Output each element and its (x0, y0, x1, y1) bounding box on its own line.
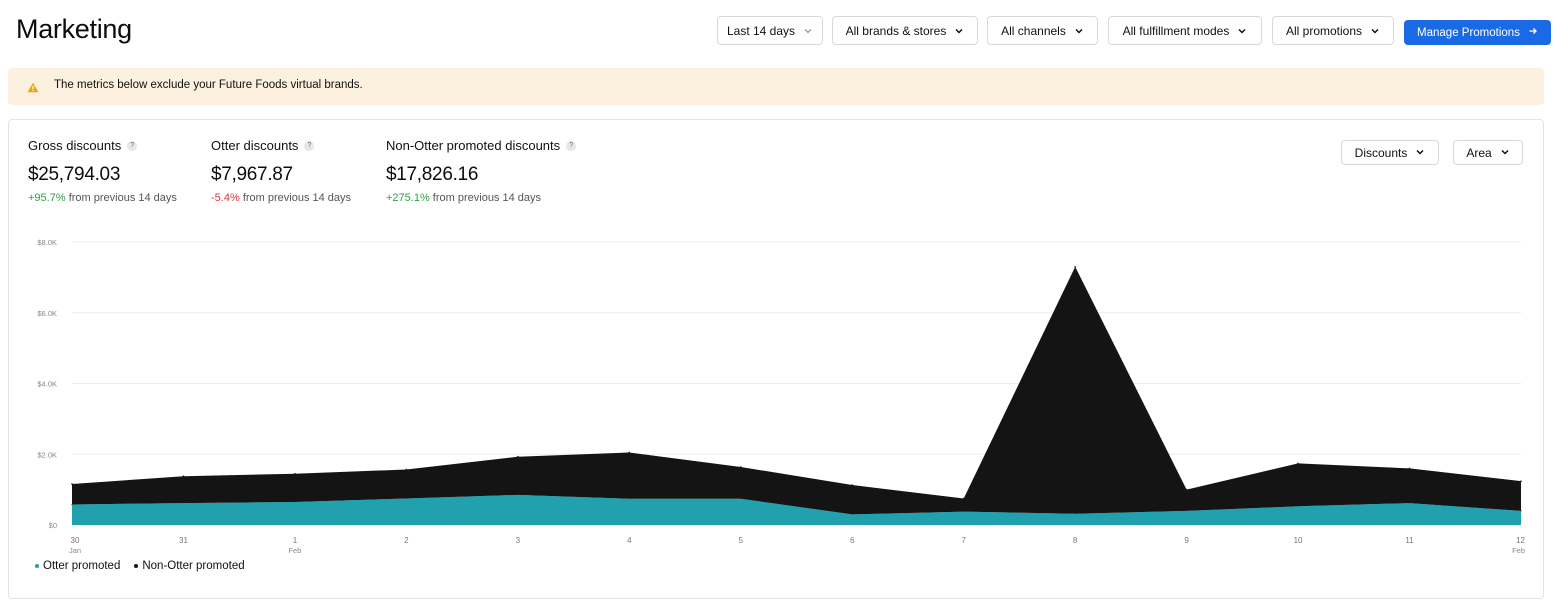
non-otter-promoted-point (1408, 467, 1411, 470)
metric-label: Gross discounts (28, 138, 122, 153)
metric-value: $17,826.16 (386, 164, 479, 185)
delta-percent: -5.4% (211, 192, 240, 204)
chevron-down-icon (1237, 26, 1247, 36)
discounts-area-chart: $0$2.0K$4.0K$6.0K$8.0K30Jan31 1Feb2 3 4 5 6 7 8… (37, 238, 1525, 555)
x-tick-label: 3 (516, 536, 521, 545)
metric-value: $7,967.87 (211, 164, 293, 185)
arrow-right-icon (1528, 26, 1538, 39)
chevron-down-icon (1415, 146, 1425, 160)
non-otter-promoted-point (294, 472, 296, 475)
delta-suffix: from previous 14 days (68, 192, 177, 204)
channels-filter[interactable]: All channels (987, 16, 1098, 45)
manage-promotions-label: Manage Promotions (1417, 26, 1520, 39)
non-otter-promoted-point (182, 475, 185, 477)
chart-type-select[interactable]: Area (1453, 140, 1523, 165)
legend-label: Non-Otter promoted (142, 560, 245, 572)
fulfillment-modes-filter[interactable]: All fulfillment modes (1108, 16, 1262, 45)
metric-non-otter-discounts: Non-Otter promoted discounts ? $17,826.1… (386, 138, 577, 204)
non-otter-promoted-point (739, 466, 742, 468)
x-tick-label: 6 (850, 536, 855, 545)
x-tick-sublabel: Feb (288, 546, 301, 555)
promotions-label: All promotions (1285, 23, 1363, 38)
help-icon[interactable]: ? (566, 140, 577, 151)
non-otter-promoted-point (1185, 488, 1188, 491)
legend-label: Otter promoted (43, 560, 121, 572)
x-tick-label: 5 (739, 536, 744, 545)
chevron-down-icon (1074, 26, 1084, 36)
legend-dot (134, 564, 139, 568)
y-tick-label: $8.0K (37, 238, 57, 247)
non-otter-promoted-point (628, 451, 631, 454)
delta-percent: +95.7% (28, 192, 66, 204)
x-tick-label: 7 (961, 536, 966, 545)
x-tick-label: 9 (1184, 536, 1189, 545)
legend-dot (35, 564, 39, 568)
brands-stores-filter[interactable]: All brands & stores (832, 16, 978, 45)
y-tick-label: $4.0K (37, 380, 57, 389)
delta-percent: +275.1% (386, 192, 430, 204)
non-otter-promoted-point (517, 455, 519, 458)
y-tick-label: $0 (49, 521, 57, 530)
metric-gross-discounts: Gross discounts ? $25,794.03 +95.7% from… (28, 138, 177, 204)
x-tick-label: 30 (71, 536, 80, 545)
chart-type-label: Area (1466, 145, 1492, 160)
metric-label: Non-Otter promoted discounts (386, 138, 561, 153)
chart-legend: Otter promoted Non-Otter promoted (35, 560, 245, 572)
fulfillment-modes-label: All fulfillment modes (1122, 23, 1230, 38)
date-range-filter[interactable]: Last 14 days (717, 16, 823, 45)
warning-banner: The metrics below exclude your Future Fo… (8, 68, 1544, 105)
non-otter-promoted-point (1297, 462, 1299, 465)
delta-suffix: from previous 14 days (432, 192, 542, 204)
non-otter-promoted-point (405, 468, 408, 471)
metric-type-select[interactable]: Discounts (1341, 140, 1439, 165)
metric-type-label: Discounts (1354, 145, 1408, 160)
x-tick-label: 10 (1294, 536, 1303, 545)
date-range-label: Last 14 days (726, 23, 796, 38)
chevron-down-icon (1500, 146, 1510, 160)
page-title: Marketing (16, 14, 132, 44)
chevron-down-icon (1370, 26, 1380, 36)
metric-label: Otter discounts (211, 138, 299, 153)
legend-item-otter[interactable]: Otter promoted (35, 560, 120, 572)
x-tick-sublabel: Jan (69, 546, 81, 555)
non-otter-promoted-point (1520, 480, 1522, 482)
metric-delta: -5.4% from previous 14 days (211, 192, 351, 204)
discounts-card: Gross discounts ? $25,794.03 +95.7% from… (8, 119, 1544, 599)
x-tick-label: 11 (1405, 536, 1414, 545)
brands-stores-label: All brands & stores (845, 23, 947, 38)
metric-otter-discounts: Otter discounts ? $7,967.87 -5.4% from p… (211, 138, 351, 204)
x-tick-label: 12 (1516, 536, 1525, 545)
metric-delta: +275.1% from previous 14 days (386, 192, 576, 204)
y-tick-label: $2.0K (37, 450, 57, 459)
non-otter-promoted-area (72, 266, 1521, 515)
x-tick-label: 1 (293, 536, 298, 545)
x-tick-label: 2 (404, 536, 409, 545)
page-header: Marketing Last 14 days All brands & stor… (0, 0, 1568, 64)
x-tick-label: 31 (179, 536, 188, 545)
promotions-filter[interactable]: All promotions (1272, 16, 1394, 45)
help-icon[interactable]: ? (304, 140, 315, 151)
x-tick-sublabel: Feb (1512, 546, 1525, 555)
channels-label: All channels (1001, 23, 1066, 38)
banner-text: The metrics below exclude your Future Fo… (54, 79, 363, 91)
warning-icon (27, 80, 41, 93)
chevron-down-icon (803, 26, 813, 36)
non-otter-promoted-point (962, 497, 965, 500)
delta-suffix: from previous 14 days (242, 192, 352, 204)
non-otter-promoted-point (851, 484, 854, 486)
legend-item-non-otter[interactable]: Non-Otter promoted (134, 560, 245, 572)
help-icon[interactable]: ? (127, 140, 138, 151)
non-otter-promoted-point (71, 483, 73, 485)
non-otter-promoted-point (1074, 265, 1076, 268)
metric-value: $25,794.03 (28, 164, 121, 185)
x-tick-label: 8 (1073, 536, 1078, 545)
x-tick-label: 4 (627, 536, 632, 545)
manage-promotions-button[interactable]: Manage Promotions (1404, 20, 1551, 45)
metric-delta: +95.7% from previous 14 days (28, 192, 177, 204)
chevron-down-icon (954, 26, 964, 36)
y-tick-label: $6.0K (37, 309, 57, 318)
